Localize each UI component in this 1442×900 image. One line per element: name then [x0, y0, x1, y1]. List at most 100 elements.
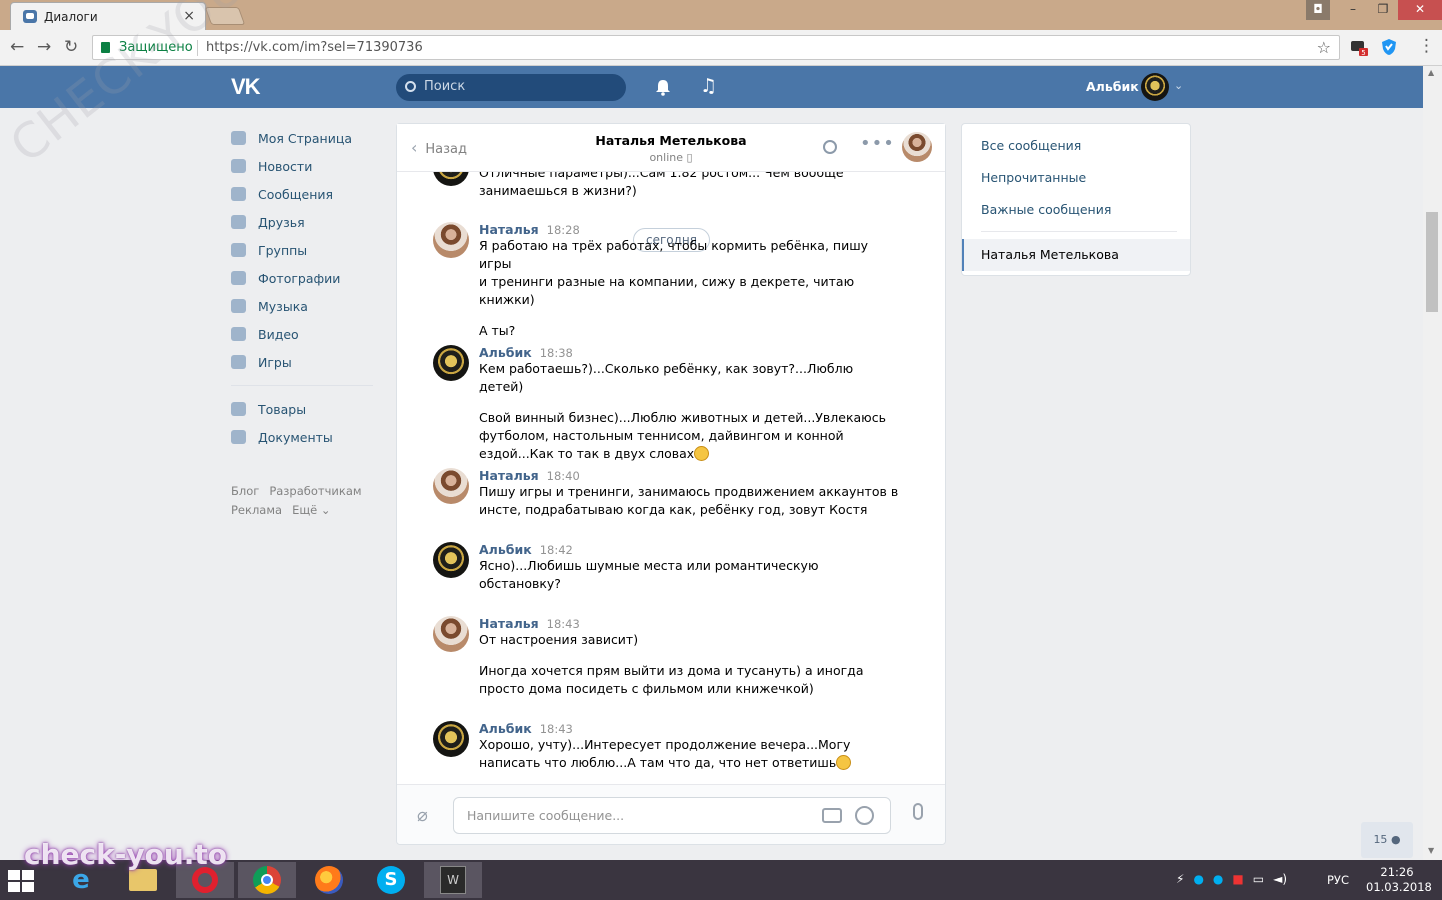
- sidebar-item-photos[interactable]: Фотографии: [231, 264, 381, 292]
- footer-link-blog[interactable]: Блог: [231, 484, 259, 498]
- author-avatar[interactable]: [433, 172, 469, 186]
- skype-tray-icon-2[interactable]: ●: [1213, 872, 1223, 886]
- firefox-icon[interactable]: [300, 862, 358, 898]
- message-input[interactable]: Напишите сообщение...: [453, 797, 891, 834]
- message-time[interactable]: 18:40: [547, 469, 580, 483]
- message-line: Пишу игры и тренинги, занимаюсь продвиже…: [479, 484, 899, 499]
- restore-button[interactable]: ❐: [1368, 0, 1398, 20]
- filter-all-messages[interactable]: Все сообщения: [981, 138, 1081, 153]
- author-avatar[interactable]: [433, 222, 469, 258]
- sidebar-item-friends[interactable]: Друзья: [231, 208, 381, 236]
- music-icon: [231, 299, 246, 313]
- microphone-icon[interactable]: [913, 803, 923, 820]
- network-activity-icon[interactable]: ⚡: [1176, 872, 1184, 886]
- sidebar-item-games[interactable]: Игры: [231, 348, 381, 376]
- chrome-menu-icon[interactable]: ⋮: [1418, 36, 1435, 56]
- message-line: инсте, подрабатываю когда как, ребёнку г…: [479, 502, 868, 517]
- message-line: Отличные параметры)...Сам 1.82 ростом...…: [479, 172, 844, 180]
- message-line: Свой винный бизнес)...Люблю животных и д…: [479, 410, 886, 425]
- message-text: написать что люблю...А там что да, что н…: [479, 755, 837, 770]
- scroll-up-arrow-icon[interactable]: ▲: [1428, 68, 1434, 77]
- skype-icon[interactable]: S: [362, 862, 420, 898]
- bottom-watermark: check-you.to: [24, 838, 228, 871]
- message-author[interactable]: Альбик: [479, 542, 532, 557]
- forward-arrow-icon[interactable]: →: [37, 37, 51, 57]
- camera-icon[interactable]: [822, 808, 842, 823]
- sidebar-item-label: Документы: [258, 429, 333, 445]
- back-arrow-icon[interactable]: ←: [10, 37, 24, 57]
- message-history[interactable]: Отличные параметры)...Сам 1.82 ростом...…: [397, 172, 945, 782]
- sidebar-footer-links: Блог Разработчикам Реклама Ещё ⌄: [231, 482, 381, 520]
- volume-icon[interactable]: ◄): [1273, 872, 1287, 886]
- message-author[interactable]: Наталья: [479, 468, 539, 483]
- footer-link-developers[interactable]: Разработчикам: [269, 484, 361, 498]
- message-time[interactable]: 18:43: [547, 617, 580, 631]
- sidebar-item-label: Моя Страница: [258, 130, 352, 146]
- scroll-down-arrow-icon[interactable]: ▼: [1428, 846, 1434, 855]
- sidebar-item-label: Фотографии: [258, 270, 341, 286]
- search-placeholder: Поиск: [424, 79, 466, 94]
- shield-extension-icon[interactable]: [1381, 38, 1399, 56]
- smile-icon[interactable]: [855, 806, 874, 825]
- header-avatar[interactable]: [1141, 73, 1169, 101]
- skype-tray-icon[interactable]: ●: [1193, 872, 1203, 886]
- reload-icon[interactable]: ↻: [64, 37, 78, 57]
- address-bar[interactable]: Защищено https://vk.com/im?sel=71390736 …: [92, 35, 1340, 60]
- message-line-with-emoji: ездой...Как то так в двух словах: [479, 445, 899, 463]
- music-note-icon[interactable]: ♫: [700, 75, 717, 97]
- page-scrollbar[interactable]: ▲ ▼: [1423, 66, 1442, 860]
- chrome-icon[interactable]: [238, 862, 296, 898]
- author-avatar[interactable]: [433, 616, 469, 652]
- more-options-icon[interactable]: •••: [860, 133, 895, 154]
- profile-icon[interactable]: ◘: [1306, 0, 1330, 20]
- author-avatar[interactable]: [433, 542, 469, 578]
- message-author[interactable]: Альбик: [479, 721, 532, 736]
- bell-icon[interactable]: [654, 78, 672, 96]
- contact-avatar[interactable]: [902, 132, 932, 162]
- filter-important[interactable]: Важные сообщения: [981, 202, 1111, 217]
- author-avatar[interactable]: [433, 468, 469, 504]
- vk-logo[interactable]: VK: [231, 74, 261, 100]
- message-time[interactable]: 18:42: [540, 543, 573, 557]
- news-icon: [231, 159, 246, 173]
- sidebar-item-video[interactable]: Видео: [231, 320, 381, 348]
- filter-unread[interactable]: Непрочитанные: [981, 170, 1086, 185]
- message-time[interactable]: 18:43: [540, 722, 573, 736]
- sidebar-item-goods[interactable]: Товары: [231, 395, 381, 423]
- author-avatar[interactable]: [433, 345, 469, 381]
- close-window-button[interactable]: ✕: [1398, 0, 1442, 20]
- message-time[interactable]: 18:28: [547, 223, 580, 237]
- sidebar-item-music[interactable]: Музыка: [231, 292, 381, 320]
- attach-paperclip-icon[interactable]: ⌀: [417, 805, 428, 826]
- security-tray-icon[interactable]: ■: [1232, 872, 1243, 886]
- extension-icon[interactable]: 5: [1350, 38, 1368, 57]
- sidebar-item-label: Друзья: [258, 214, 305, 230]
- input-language[interactable]: РУС: [1327, 873, 1349, 887]
- chevron-down-icon[interactable]: ⌄: [1174, 79, 1183, 92]
- sidebar-item-news[interactable]: Новости: [231, 152, 381, 180]
- message-author[interactable]: Наталья: [479, 616, 539, 631]
- sidebar-item-messages[interactable]: Сообщения: [231, 180, 381, 208]
- message-time[interactable]: 18:38: [540, 346, 573, 360]
- network-icon[interactable]: ▭: [1253, 872, 1264, 886]
- friends-online-button[interactable]: 15 ●: [1361, 822, 1413, 858]
- sidebar-item-my-page[interactable]: Моя Страница: [231, 124, 381, 152]
- header-username[interactable]: Альбик: [1086, 79, 1139, 94]
- message-author[interactable]: Наталья: [479, 222, 539, 237]
- footer-link-ads[interactable]: Реклама: [231, 503, 282, 517]
- footer-link-more[interactable]: Ещё ⌄: [292, 503, 330, 517]
- selected-conversation[interactable]: Наталья Метелькова: [962, 239, 1190, 271]
- taskbar-clock[interactable]: 21:26 01.03.2018: [1366, 865, 1432, 895]
- search-icon[interactable]: [823, 140, 837, 154]
- windows-start-icon[interactable]: [8, 870, 36, 892]
- author-avatar[interactable]: [433, 721, 469, 757]
- message-author[interactable]: Альбик: [479, 345, 532, 360]
- bookmark-star-icon[interactable]: ☆: [1317, 38, 1331, 57]
- search-input[interactable]: Поиск: [396, 74, 626, 101]
- scrollbar-thumb[interactable]: [1426, 212, 1438, 312]
- minimize-button[interactable]: –: [1338, 0, 1368, 20]
- sidebar-item-groups[interactable]: Группы: [231, 236, 381, 264]
- sidebar-item-documents[interactable]: Документы: [231, 423, 381, 451]
- world-of-tanks-icon[interactable]: W: [424, 862, 482, 898]
- url-text[interactable]: https://vk.com/im?sel=71390736: [206, 40, 423, 55]
